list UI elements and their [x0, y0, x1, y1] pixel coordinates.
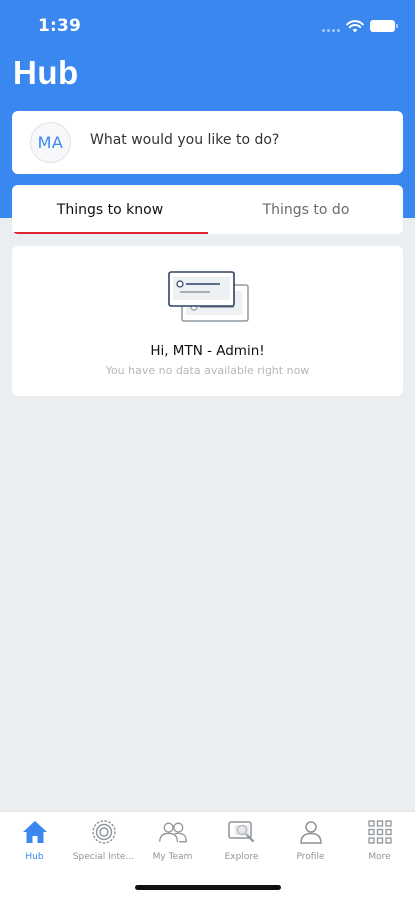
nav-item-hub[interactable]: Hub	[0, 818, 69, 868]
message-cards-illustration	[168, 271, 249, 322]
nav-label: Profile	[296, 852, 325, 862]
team-icon	[158, 818, 188, 846]
profile-icon	[296, 818, 326, 846]
tabs-card: Things to know Things to do	[12, 185, 403, 234]
composer-card[interactable]: MA What would you like to do?	[12, 111, 403, 174]
special-interest-icon	[89, 818, 119, 846]
active-tab-indicator	[14, 232, 208, 234]
nav-label: More	[368, 852, 391, 862]
nav-label: Explore	[224, 852, 259, 862]
explore-icon	[227, 818, 257, 846]
composer-prompt[interactable]: What would you like to do?	[90, 132, 279, 148]
nav-item-more[interactable]: More	[345, 818, 414, 868]
home-icon	[20, 818, 50, 846]
nav-label: Hub	[25, 852, 44, 862]
nav-item-special-interest[interactable]: Special Inte...	[69, 818, 138, 868]
status-time: 1:39	[38, 16, 82, 36]
home-indicator[interactable]	[135, 885, 281, 890]
empty-state-card: Hi, MTN - Admin! You have no data availa…	[12, 246, 403, 396]
battery-icon	[370, 20, 398, 32]
page-title: Hub	[13, 54, 79, 91]
empty-state-subtitle: You have no data available right now	[105, 364, 310, 377]
wifi-icon	[346, 19, 364, 32]
nav-label: Special Inte...	[72, 852, 135, 862]
status-bar: 1:39	[0, 0, 415, 52]
status-icons	[322, 18, 398, 34]
nav-item-explore[interactable]: Explore	[207, 818, 276, 868]
grid-icon	[365, 818, 395, 846]
nav-item-my-team[interactable]: My Team	[138, 818, 207, 868]
empty-state-title: Hi, MTN - Admin!	[150, 343, 265, 359]
cellular-signal-icon	[322, 20, 340, 32]
nav-item-profile[interactable]: Profile	[276, 818, 345, 868]
nav-label: My Team	[152, 852, 193, 862]
avatar[interactable]: MA	[30, 122, 71, 163]
tab-things-to-know[interactable]: Things to know	[12, 185, 208, 234]
tab-things-to-do[interactable]: Things to do	[208, 185, 403, 234]
